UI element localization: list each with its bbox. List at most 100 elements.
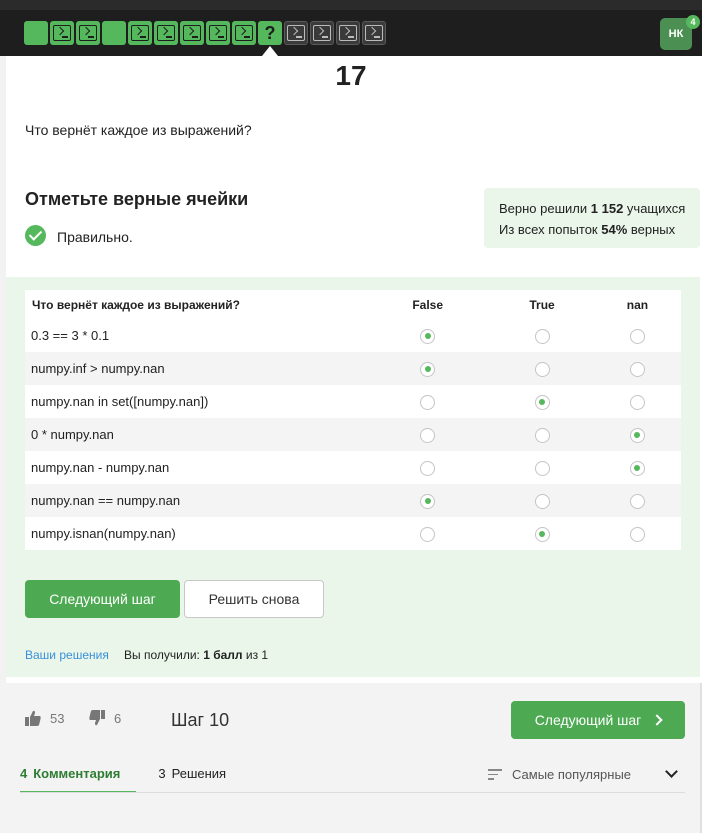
radio-true[interactable]: [534, 328, 550, 344]
tab-comments-count: 4: [20, 766, 28, 781]
step-tile-10[interactable]: ?: [258, 21, 282, 45]
step-tile-1[interactable]: [24, 21, 48, 45]
code-terminal-icon: [79, 25, 97, 41]
option-cell: [490, 418, 594, 451]
step-tile-8[interactable]: [206, 21, 230, 45]
your-solutions-link[interactable]: Ваши решения: [25, 648, 109, 662]
radio-true[interactable]: [534, 361, 550, 377]
table-header-row: Что вернёт каждое из выражений? False Tr…: [25, 290, 681, 319]
radio-false[interactable]: [420, 328, 436, 344]
step-tile-9[interactable]: [232, 21, 256, 45]
table-row: numpy.isnan(numpy.nan): [25, 517, 681, 550]
stats-line-solved: Верно решили 1 152 учащихся: [499, 201, 686, 216]
current-step-indicator: [262, 46, 278, 56]
option-cell: [594, 517, 681, 550]
step-tile-12[interactable]: [310, 21, 334, 45]
sort-dropdown[interactable]: Самые популярные: [488, 767, 631, 782]
discussion-tabs: 4 Комментария 3 Решения: [20, 766, 248, 793]
stats-line-attempts: Из всех попыток 54% верных: [499, 222, 676, 237]
radio-true[interactable]: [534, 526, 550, 542]
step-tile-5[interactable]: [128, 21, 152, 45]
answer-table: Что вернёт каждое из выражений? False Tr…: [25, 290, 681, 550]
expression-cell: numpy.nan == numpy.nan: [25, 484, 365, 517]
code-terminal-icon: [365, 25, 383, 41]
expression-cell: numpy.isnan(numpy.nan): [31, 526, 176, 541]
radio-false[interactable]: [420, 361, 436, 377]
expression-cell: numpy.nan in set([numpy.nan]): [31, 394, 209, 409]
option-cell: [490, 319, 594, 352]
radio-false[interactable]: [420, 460, 436, 476]
sort-icon: [488, 769, 502, 780]
tab-comments[interactable]: 4 Комментария: [20, 766, 137, 793]
option-cell: [365, 517, 490, 550]
table-row: numpy.nan in set([numpy.nan]): [25, 385, 681, 418]
table-row: numpy.inf > numpy.nan: [25, 352, 681, 385]
radio-false[interactable]: [420, 394, 436, 410]
step-tile-14[interactable]: [362, 21, 386, 45]
retry-button[interactable]: Решить снова: [184, 580, 324, 618]
radio-nan[interactable]: [629, 328, 645, 344]
step-tile-13[interactable]: [336, 21, 360, 45]
radio-true[interactable]: [534, 427, 550, 443]
code-terminal-icon: [235, 25, 253, 41]
radio-nan[interactable]: [629, 394, 645, 410]
radio-nan[interactable]: [629, 361, 645, 377]
radio-nan[interactable]: [629, 493, 645, 509]
expression-cell: 0 * numpy.nan: [25, 418, 365, 451]
check-icon: [25, 225, 46, 246]
step-tile-6[interactable]: [154, 21, 178, 45]
step-label: Шаг 10: [171, 710, 230, 730]
option-cell: [365, 319, 490, 352]
step-tile-7[interactable]: [180, 21, 204, 45]
radio-true[interactable]: [534, 394, 550, 410]
expression-cell: numpy.inf > numpy.nan: [25, 352, 365, 385]
option-cell: [594, 319, 681, 352]
step-number: 17: [335, 60, 367, 91]
step-tile-11[interactable]: [284, 21, 308, 45]
radio-false[interactable]: [420, 493, 436, 509]
code-terminal-icon: [339, 25, 357, 41]
expression-cell: 0.3 == 3 * 0.1: [31, 328, 110, 343]
tab-solutions[interactable]: 3 Решения: [158, 766, 226, 793]
tab-solutions-label: Решения: [171, 766, 227, 781]
score-text: Вы получили: 1 балл из 1: [124, 648, 269, 662]
table-row: 0 * numpy.nan: [25, 418, 681, 451]
footer-next-step-button[interactable]: Следующий шаг: [511, 701, 685, 739]
radio-true[interactable]: [534, 460, 550, 476]
table-row: numpy.nan - numpy.nan: [25, 451, 681, 484]
radio-nan[interactable]: [629, 460, 645, 476]
like-button[interactable]: 53: [24, 709, 64, 727]
radio-nan[interactable]: [629, 427, 645, 443]
thumbs-down-icon: [89, 710, 105, 726]
radio-false[interactable]: [420, 526, 436, 542]
option-cell: [490, 451, 594, 484]
column-header-nan: nan: [626, 297, 649, 312]
code-terminal-icon: [157, 25, 175, 41]
option-cell: [490, 517, 594, 550]
dislike-button[interactable]: 6: [88, 709, 121, 727]
step-tile-4[interactable]: [102, 21, 126, 45]
code-terminal-icon: [131, 25, 149, 41]
option-cell: [593, 418, 681, 451]
option-cell: [365, 451, 490, 484]
dislike-count: 6: [114, 710, 122, 726]
option-cell: [365, 418, 491, 451]
radio-nan[interactable]: [629, 526, 645, 542]
step-tile-2[interactable]: [50, 21, 74, 45]
table-row: numpy.nan == numpy.nan: [25, 484, 681, 517]
column-header-true: True: [529, 297, 555, 312]
step-tile-3[interactable]: [76, 21, 100, 45]
radio-true[interactable]: [534, 493, 550, 509]
lesson-steps-bar: ?: [24, 21, 386, 45]
code-terminal-icon: [313, 25, 331, 41]
next-step-button[interactable]: Следующий шаг: [25, 580, 180, 618]
option-cell: [490, 484, 594, 517]
radio-false[interactable]: [420, 427, 436, 443]
option-cell: [490, 385, 594, 418]
column-header-false: False: [412, 297, 443, 312]
option-cell: [490, 352, 594, 385]
option-cell: [365, 385, 490, 418]
code-terminal-icon: [53, 25, 71, 41]
option-cell: [593, 352, 681, 385]
code-terminal-icon: [183, 25, 201, 41]
